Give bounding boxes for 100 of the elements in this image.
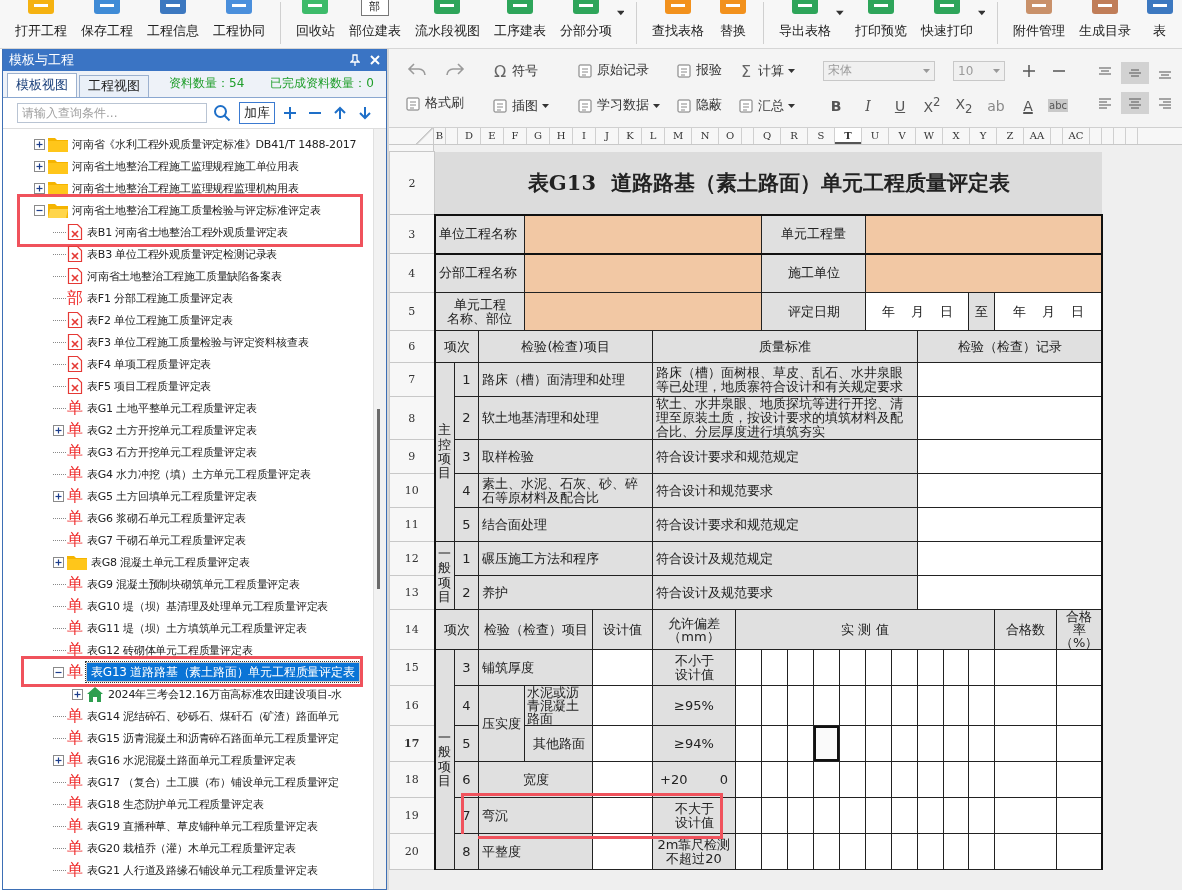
plus-icon[interactable] — [1023, 64, 1035, 77]
row-header[interactable]: 5 — [389, 292, 435, 331]
expand-icon[interactable] — [72, 688, 83, 700]
toolbar-button[interactable]: 快速打印 — [913, 0, 980, 40]
tree-item[interactable]: 表F5 项目工程质量评定表 — [86, 377, 213, 395]
row-header[interactable]: 18 — [389, 761, 435, 798]
column-header[interactable]: O — [719, 128, 742, 144]
tree-item[interactable]: 表G16 水泥混凝土路面单元工程质量评定表 — [86, 751, 297, 769]
tree-item[interactable]: 表B1 河南省土地整治工程外观质量评定表 — [86, 223, 290, 241]
toolbar-button[interactable]: 生成目录 — [1072, 0, 1138, 40]
toolbar-button[interactable]: 替换 — [711, 0, 756, 40]
tree-item[interactable]: 河南省土地整治工程施工质量缺陷备案表 — [86, 267, 283, 285]
column-header[interactable]: Q — [754, 128, 781, 144]
table-cell[interactable] — [917, 396, 1103, 440]
tree-item[interactable]: 表G15 沥青混凝土和沥青碎石路面单元工程质量评定 — [86, 729, 341, 747]
column-header[interactable]: H — [550, 128, 573, 144]
caret-icon[interactable] — [977, 10, 986, 16]
tree-item[interactable]: 表G7 干砌石单元工程质量评定表 — [86, 531, 247, 549]
table-cell[interactable] — [1056, 761, 1103, 798]
column-header[interactable]: B — [434, 128, 446, 144]
column-header[interactable]: X — [943, 128, 970, 144]
table-cell[interactable] — [592, 685, 653, 726]
table-cell[interactable] — [917, 507, 1103, 542]
search-field[interactable]: 请输入查询条件... — [17, 103, 207, 123]
toolbar-button[interactable]: 工程信息 — [140, 0, 206, 40]
column-header[interactable]: D — [458, 128, 481, 144]
toolbar-button[interactable]: 插图 — [490, 95, 551, 117]
tree-item[interactable]: 表G18 生态防护单元工程质量评定表 — [86, 795, 265, 813]
plus-icon[interactable] — [283, 106, 297, 120]
tree-item[interactable]: 表G2 土方开挖单元工程质量评定表 — [86, 421, 258, 439]
table-cell[interactable] — [1056, 797, 1103, 834]
row-header[interactable]: 13 — [389, 575, 435, 610]
text-style-button[interactable]: I — [855, 97, 881, 114]
row-header[interactable]: 14 — [389, 609, 435, 650]
table-cell[interactable] — [994, 685, 1057, 726]
column-header[interactable]: AC — [1063, 128, 1090, 144]
text-style-button[interactable]: X$_{2}$ — [951, 95, 977, 116]
table-cell[interactable] — [917, 362, 1103, 397]
view-tab[interactable]: 工程视图 — [79, 75, 149, 97]
caret-icon[interactable] — [835, 10, 844, 16]
table-cell[interactable] — [917, 541, 1103, 576]
table-cell[interactable] — [994, 761, 1057, 798]
toolbar-button[interactable]: Σ 计算 — [736, 59, 797, 83]
row-header[interactable]: 11 — [389, 507, 435, 542]
view-tab[interactable]: 模板视图 — [7, 73, 77, 97]
expand-icon[interactable] — [34, 182, 45, 194]
close-icon[interactable] — [370, 55, 380, 65]
toolbar-button[interactable]: 打开工程 — [8, 0, 74, 40]
tree-item[interactable]: 表G14 泥结碎石、砂砾石、煤矸石（矿渣）路面单元 — [86, 707, 341, 725]
tree-item[interactable]: 表F3 单位工程施工质量检验与评定资料核查表 — [86, 333, 310, 351]
row-header[interactable]: 3 — [389, 214, 435, 254]
toolbar-button[interactable]: 附件管理 — [1006, 0, 1072, 40]
column-header[interactable]: W — [916, 128, 943, 144]
column-header[interactable]: M — [665, 128, 692, 144]
toolbar-button[interactable]: Ω 符号 — [490, 59, 551, 83]
column-header[interactable]: J — [596, 128, 619, 144]
tree-item[interactable]: 表G5 土方回填单元工程质量评定表 — [86, 487, 258, 505]
column-header[interactable]: AA — [1024, 128, 1051, 144]
column-header[interactable]: V — [889, 128, 916, 144]
column-header[interactable]: E — [481, 128, 504, 144]
table-cell[interactable] — [994, 725, 1057, 762]
expand-icon[interactable] — [53, 754, 64, 766]
toolbar-button[interactable]: 工程协同 — [206, 0, 272, 40]
table-cell[interactable] — [592, 725, 653, 762]
expand-icon[interactable] — [34, 138, 45, 150]
column-header[interactable]: L — [642, 128, 665, 144]
row-header[interactable]: 6 — [389, 330, 435, 363]
row-header[interactable]: 12 — [389, 541, 435, 576]
tree-item[interactable]: 2024年三考会12.16万亩高标准农田建设项目-水 — [107, 685, 344, 703]
tree-item[interactable]: 表G12 砖砌体单元工程质量评定表 — [86, 641, 254, 659]
tree-item[interactable]: 表G1 土地平整单元工程质量评定表 — [86, 399, 258, 417]
redo-icon[interactable] — [445, 61, 465, 76]
tree-item[interactable]: 表G6 浆砌石单元工程质量评定表 — [86, 509, 247, 527]
column-header[interactable]: K — [619, 128, 642, 144]
column-header[interactable]: R — [781, 128, 808, 144]
tree-item[interactable]: 表G13 道路路基（素土路面）单元工程质量评定表 — [86, 662, 360, 682]
column-header[interactable]: U — [862, 128, 889, 144]
toolbar-button[interactable]: 保存工程 — [74, 0, 140, 40]
tree-item[interactable]: 表G11 堤（坝）土方填筑单元工程质量评定表 — [86, 619, 308, 637]
tree-item[interactable]: 表B3 单位工程外观质量评定检测记录表 — [86, 245, 279, 263]
row-header[interactable]: 10 — [389, 473, 435, 508]
row-header[interactable]: 15 — [389, 649, 435, 686]
table-cell[interactable] — [865, 214, 1103, 254]
table-cell[interactable] — [994, 833, 1057, 870]
column-header[interactable]: T — [835, 128, 862, 144]
tree-item[interactable]: 表G9 混凝土预制块砌筑单元工程质量评定表 — [86, 575, 301, 593]
toolbar-button[interactable]: 导出表格 — [771, 0, 838, 40]
toolbar-button[interactable]: 汇总 — [736, 95, 797, 117]
tree-item[interactable]: 表G20 栽植乔（灌）木单元工程质量评定表 — [86, 839, 297, 857]
row-header[interactable]: 20 — [389, 833, 435, 870]
table-cell[interactable] — [917, 575, 1103, 610]
row-header[interactable]: 2 — [389, 151, 435, 215]
toolbar-button[interactable]: 工序建表 — [486, 0, 553, 40]
toolbar-button[interactable]: 打印预览 — [847, 0, 914, 40]
column-header[interactable]: Y — [970, 128, 997, 144]
row-header[interactable]: 16 — [389, 685, 435, 726]
row-header[interactable]: 17 — [389, 725, 435, 762]
toolbar-button[interactable]: 格式刷 — [403, 93, 466, 115]
table-cell[interactable] — [592, 797, 653, 834]
row-header[interactable]: 9 — [389, 439, 435, 474]
